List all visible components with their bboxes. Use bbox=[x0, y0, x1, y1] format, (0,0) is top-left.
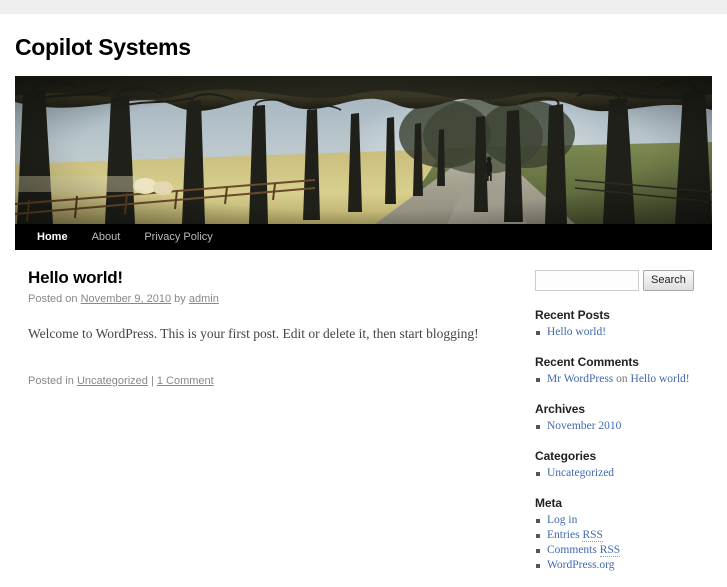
post-meta: Posted on November 9, 2010 by admin bbox=[15, 291, 522, 307]
header-image bbox=[15, 76, 712, 224]
post-utility-comments-link[interactable]: 1 Comment bbox=[157, 375, 214, 387]
widget-meta: Meta Log in Entries RSS Comments RSS Wor… bbox=[535, 495, 712, 573]
post-meta-by: by bbox=[174, 293, 186, 305]
post-meta-author-link[interactable]: admin bbox=[189, 293, 219, 305]
archives-list: November 2010 bbox=[535, 419, 712, 434]
nav-item-privacy-policy[interactable]: Privacy Policy bbox=[132, 224, 224, 250]
meta-comments-rss-link[interactable]: Comments RSS bbox=[547, 544, 621, 557]
search-form[interactable]: Search bbox=[535, 270, 712, 291]
main-region: Hello world! Posted on November 9, 2010 … bbox=[15, 250, 712, 587]
nav-link-privacy-policy[interactable]: Privacy Policy bbox=[132, 224, 224, 250]
site-header: Copilot Systems bbox=[0, 14, 727, 62]
post-article: Hello world! Posted on November 9, 2010 … bbox=[15, 268, 522, 389]
list-item[interactable]: Log in bbox=[535, 513, 712, 528]
recent-post-link[interactable]: Hello world! bbox=[547, 326, 606, 338]
list-item[interactable]: WordPress.org bbox=[535, 558, 712, 573]
meta-list: Log in Entries RSS Comments RSS WordPres… bbox=[535, 513, 712, 573]
post-utility-category-link[interactable]: Uncategorized bbox=[77, 375, 148, 387]
list-item[interactable]: Entries RSS bbox=[535, 528, 712, 543]
post-meta-posted-on: Posted on bbox=[28, 293, 78, 305]
widget-title-recent-comments: Recent Comments bbox=[535, 355, 639, 369]
widget-title-meta: Meta bbox=[535, 496, 562, 510]
recent-comment-on-word: on bbox=[613, 373, 631, 385]
widget-archives: Archives November 2010 bbox=[535, 401, 712, 434]
list-item[interactable]: Comments RSS bbox=[535, 543, 712, 558]
categories-list: Uncategorized bbox=[535, 466, 712, 481]
nav-link-home[interactable]: Home bbox=[25, 224, 80, 250]
site-title-link[interactable]: Copilot Systems bbox=[15, 34, 191, 60]
meta-login-link[interactable]: Log in bbox=[547, 514, 577, 526]
widget-recent-posts: Recent Posts Hello world! bbox=[535, 307, 712, 340]
content-column: Hello world! Posted on November 9, 2010 … bbox=[15, 268, 535, 587]
post-utility-separator: | bbox=[150, 375, 154, 387]
nav-item-about[interactable]: About bbox=[80, 224, 133, 250]
archive-link[interactable]: November 2010 bbox=[547, 420, 621, 432]
recent-posts-list: Hello world! bbox=[535, 325, 712, 340]
meta-wordpress-org-link[interactable]: WordPress.org bbox=[547, 559, 615, 571]
main-navigation[interactable]: Home About Privacy Policy bbox=[15, 224, 712, 250]
category-link[interactable]: Uncategorized bbox=[547, 467, 614, 479]
recent-comment-post-link[interactable]: Hello world! bbox=[631, 373, 690, 385]
recent-comment-author-link[interactable]: Mr WordPress bbox=[547, 373, 613, 385]
widget-recent-comments: Recent Comments Mr WordPress on Hello wo… bbox=[535, 354, 712, 387]
widget-title-archives: Archives bbox=[535, 402, 585, 416]
search-button[interactable]: Search bbox=[643, 270, 694, 291]
search-input[interactable] bbox=[535, 270, 639, 291]
page-wrapper: Copilot Systems Home About Privacy Polic… bbox=[0, 14, 727, 587]
post-content-paragraph: Welcome to WordPress. This is your first… bbox=[28, 326, 479, 341]
list-item[interactable]: November 2010 bbox=[535, 419, 712, 434]
post-meta-date-link[interactable]: November 9, 2010 bbox=[81, 293, 172, 305]
browser-top-strip bbox=[0, 0, 727, 14]
sidebar: Search Recent Posts Hello world! Recent … bbox=[535, 268, 712, 587]
widget-categories: Categories Uncategorized bbox=[535, 448, 712, 481]
list-item[interactable]: Mr WordPress on Hello world! bbox=[535, 372, 712, 387]
site-title: Copilot Systems bbox=[15, 34, 712, 62]
nav-list: Home About Privacy Policy bbox=[15, 224, 225, 250]
post-content: Welcome to WordPress. This is your first… bbox=[15, 307, 522, 343]
nav-link-about[interactable]: About bbox=[80, 224, 133, 250]
post-title: Hello world! bbox=[15, 268, 522, 288]
post-title-link[interactable]: Hello world! bbox=[28, 268, 123, 287]
widget-title-recent-posts: Recent Posts bbox=[535, 308, 610, 322]
meta-entries-rss-link[interactable]: Entries RSS bbox=[547, 529, 603, 542]
post-utility-posted-in: Posted in bbox=[28, 375, 74, 387]
list-item[interactable]: Uncategorized bbox=[535, 466, 712, 481]
widget-title-categories: Categories bbox=[535, 449, 597, 463]
list-item[interactable]: Hello world! bbox=[535, 325, 712, 340]
recent-comments-list: Mr WordPress on Hello world! bbox=[535, 372, 712, 387]
post-utility: Posted in Uncategorized | 1 Comment bbox=[15, 359, 522, 389]
nav-item-home[interactable]: Home bbox=[25, 224, 80, 250]
